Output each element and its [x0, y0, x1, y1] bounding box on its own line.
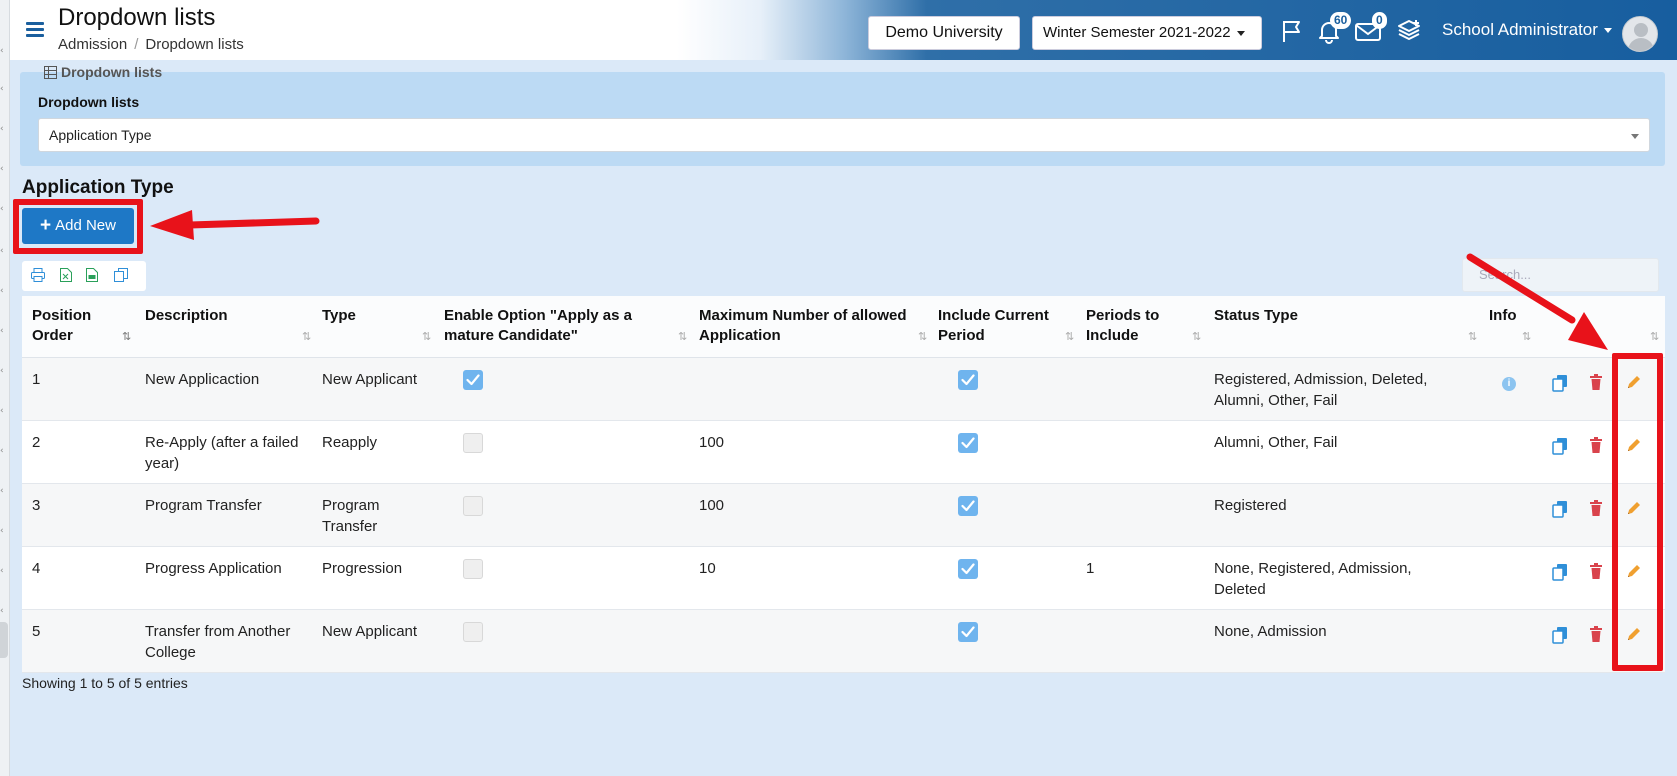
- annotation-arrows: [150, 210, 1608, 350]
- arrow-head-add-new: [150, 210, 194, 240]
- arrow-to-edit-icon: [1466, 253, 1576, 324]
- arrow-to-add-new-icon: [186, 217, 320, 229]
